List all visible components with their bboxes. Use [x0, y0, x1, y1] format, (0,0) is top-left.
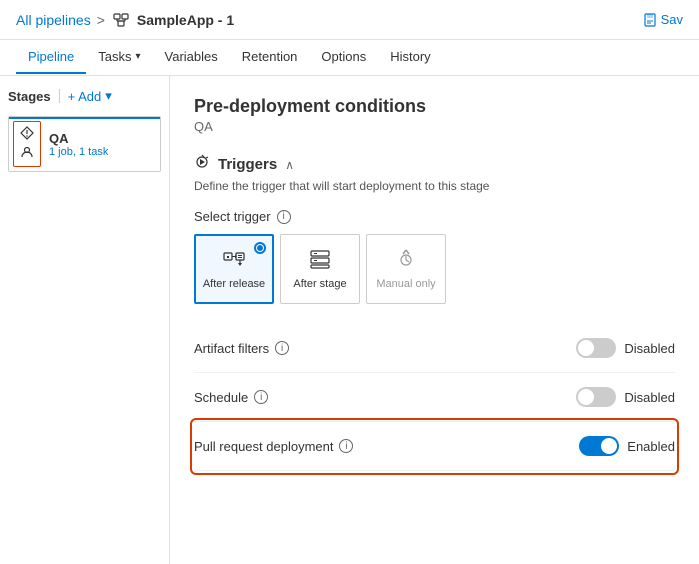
- pipeline-name: SampleApp - 1: [137, 12, 234, 28]
- tasks-dropdown-icon: ▾: [136, 51, 141, 62]
- schedule-info-icon[interactable]: i: [254, 390, 268, 404]
- stages-label: Stages: [8, 89, 51, 104]
- tab-pipeline[interactable]: Pipeline: [16, 41, 86, 74]
- schedule-label: Schedule i: [194, 390, 268, 405]
- artifact-filters-info-icon[interactable]: i: [275, 341, 289, 355]
- after-stage-label: After stage: [293, 278, 346, 290]
- stage-trigger-icon: [20, 126, 34, 143]
- schedule-status: Disabled: [624, 390, 675, 405]
- tab-options[interactable]: Options: [309, 41, 378, 74]
- pipeline-icon: [111, 10, 131, 30]
- trigger-manual-only[interactable]: Manual only: [366, 234, 446, 304]
- tab-history[interactable]: History: [378, 41, 442, 74]
- stage-card-qa[interactable]: QA 1 job, 1 task: [8, 116, 161, 172]
- artifact-filters-toggle-right: Disabled: [576, 338, 675, 358]
- triggers-section-header: Triggers ∧: [194, 154, 675, 175]
- pull-request-status: Enabled: [627, 439, 675, 454]
- triggers-icon: [194, 154, 210, 175]
- artifact-filters-label: Artifact filters i: [194, 341, 289, 356]
- top-bar: All pipelines > SampleApp - 1 Sav: [0, 0, 699, 40]
- trigger-options: After release After stage: [194, 234, 675, 304]
- stage-top-bar: [9, 117, 160, 119]
- trigger-after-release[interactable]: After release: [194, 234, 274, 304]
- triggers-collapse-icon[interactable]: ∧: [285, 158, 294, 172]
- artifact-filters-status: Disabled: [624, 341, 675, 356]
- pull-request-row: Pull request deployment i Enabled: [194, 422, 675, 471]
- pipeline-title: SampleApp - 1: [111, 10, 234, 30]
- artifact-filters-row: Artifact filters i Disabled: [194, 324, 675, 373]
- after-release-icon: [222, 249, 246, 272]
- schedule-row: Schedule i Disabled: [194, 373, 675, 422]
- artifact-filters-toggle[interactable]: [576, 338, 616, 358]
- main-layout: Stages + Add ▾: [0, 76, 699, 564]
- save-button[interactable]: Sav: [643, 12, 683, 27]
- stage-name: QA: [49, 131, 156, 146]
- tab-retention[interactable]: Retention: [230, 41, 310, 74]
- manual-only-icon: [395, 249, 417, 272]
- stage-person-icon: [20, 145, 34, 162]
- pull-request-label: Pull request deployment i: [194, 439, 353, 454]
- stages-divider: [59, 89, 60, 103]
- select-trigger-label: Select trigger i: [194, 209, 675, 224]
- nav-tabs: Pipeline Tasks ▾ Variables Retention Opt…: [0, 40, 699, 76]
- content-title: Pre-deployment conditions: [194, 96, 675, 117]
- schedule-toggle-right: Disabled: [576, 387, 675, 407]
- pull-request-toggle[interactable]: [579, 436, 619, 456]
- tab-variables[interactable]: Variables: [153, 41, 230, 74]
- trigger-after-stage[interactable]: After stage: [280, 234, 360, 304]
- breadcrumb: All pipelines > SampleApp - 1: [16, 10, 234, 30]
- stage-info: QA 1 job, 1 task: [49, 131, 156, 158]
- add-stage-button[interactable]: + Add ▾: [68, 88, 112, 104]
- stage-meta: 1 job, 1 task: [49, 146, 156, 158]
- stage-card-icons: [13, 121, 41, 167]
- pull-request-info-icon[interactable]: i: [339, 439, 353, 453]
- manual-only-label: Manual only: [376, 278, 435, 290]
- content-panel: Pre-deployment conditions QA Triggers ∧ …: [170, 76, 699, 564]
- after-stage-icon: [308, 249, 332, 272]
- schedule-toggle[interactable]: [576, 387, 616, 407]
- stages-header: Stages + Add ▾: [8, 88, 161, 104]
- content-subtitle: QA: [194, 119, 675, 134]
- triggers-description: Define the trigger that will start deplo…: [194, 179, 675, 193]
- after-release-label: After release: [203, 278, 265, 290]
- tab-tasks[interactable]: Tasks ▾: [86, 41, 152, 74]
- pull-request-toggle-right: Enabled: [579, 436, 675, 456]
- sidebar: Stages + Add ▾: [0, 76, 170, 564]
- select-trigger-info-icon[interactable]: i: [277, 210, 291, 224]
- triggers-title: Triggers: [218, 156, 277, 173]
- breadcrumb-separator: >: [97, 12, 105, 28]
- after-release-radio: [254, 242, 266, 254]
- save-label: Sav: [661, 12, 683, 27]
- all-pipelines-link[interactable]: All pipelines: [16, 12, 91, 28]
- add-chevron-icon: ▾: [105, 88, 112, 104]
